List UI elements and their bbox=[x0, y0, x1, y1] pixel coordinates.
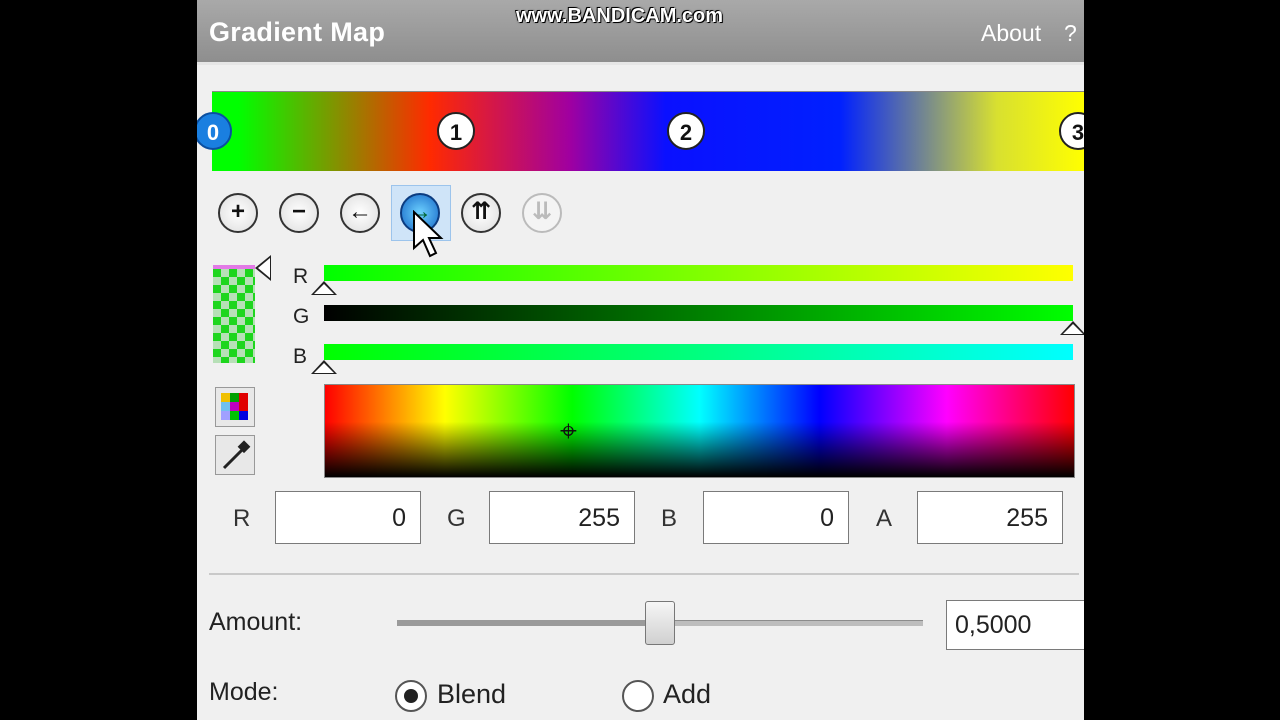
amount-label: Amount: bbox=[209, 608, 303, 636]
crosshair-icon: ⌖ bbox=[560, 415, 577, 448]
divider bbox=[209, 573, 1079, 575]
channel-slider-thumb-r[interactable] bbox=[311, 281, 337, 295]
b-value-input[interactable]: 0 bbox=[703, 491, 849, 544]
palette-button[interactable] bbox=[215, 387, 255, 427]
r-value-label: R bbox=[233, 505, 251, 532]
amount-slider-fill bbox=[397, 620, 660, 626]
add-radio[interactable] bbox=[622, 680, 654, 712]
move-left-button[interactable]: ← bbox=[340, 193, 380, 233]
gradient-stop[interactable]: 0 bbox=[197, 112, 232, 150]
a-value-input[interactable]: 255 bbox=[917, 491, 1063, 544]
palette-icon bbox=[221, 393, 248, 420]
about-link[interactable]: About bbox=[981, 20, 1041, 47]
channel-slider-thumb-g[interactable] bbox=[1060, 321, 1084, 335]
mode-label: Mode: bbox=[209, 678, 279, 706]
a-value-label: A bbox=[876, 505, 893, 532]
swatch-pointer-icon bbox=[255, 255, 271, 281]
channel-label-b: B bbox=[293, 345, 308, 368]
distribute-button[interactable]: ⇈ bbox=[461, 193, 501, 233]
bandicam-watermark: www.BANDICAM.com bbox=[516, 5, 724, 27]
color-spectrum-picker[interactable]: ⌖ bbox=[324, 384, 1075, 478]
channel-slider-thumb-b[interactable] bbox=[311, 360, 337, 374]
gradient-map-panel: Gradient Map About ? 0 1 2 3 + − ← → ⇈ ⇊… bbox=[197, 0, 1084, 720]
help-link[interactable]: ? bbox=[1064, 20, 1077, 47]
eyedropper-icon bbox=[222, 440, 251, 470]
panel-title: Gradient Map bbox=[209, 17, 386, 47]
r-value-input[interactable]: 0 bbox=[275, 491, 421, 544]
b-value-label: B bbox=[661, 505, 678, 532]
channel-label-r: R bbox=[293, 265, 309, 288]
channel-label-g: G bbox=[293, 305, 310, 328]
mouse-cursor-icon bbox=[413, 210, 444, 258]
remove-stop-button[interactable]: − bbox=[279, 193, 319, 233]
gradient-stop[interactable]: 1 bbox=[437, 112, 475, 150]
add-radio-label[interactable]: Add bbox=[663, 679, 711, 710]
blend-radio[interactable] bbox=[395, 680, 427, 712]
color-swatch[interactable] bbox=[213, 265, 255, 363]
g-value-input[interactable]: 255 bbox=[489, 491, 635, 544]
amount-slider-thumb[interactable] bbox=[645, 601, 675, 645]
channel-slider-r[interactable] bbox=[324, 265, 1073, 281]
distribute-disabled-button: ⇊ bbox=[522, 193, 562, 233]
gradient-stop[interactable]: 2 bbox=[667, 112, 705, 150]
gradient-stop[interactable]: 3 bbox=[1059, 112, 1084, 150]
amount-input[interactable]: 0,5000 bbox=[946, 600, 1084, 650]
channel-slider-b[interactable] bbox=[324, 344, 1073, 360]
add-stop-button[interactable]: + bbox=[218, 193, 258, 233]
gradient-preview-bar[interactable]: 0 1 2 3 bbox=[197, 91, 1084, 171]
eyedropper-button[interactable] bbox=[215, 435, 255, 475]
g-value-label: G bbox=[447, 505, 466, 532]
blend-radio-label[interactable]: Blend bbox=[437, 679, 506, 710]
channel-slider-g[interactable] bbox=[324, 305, 1073, 321]
